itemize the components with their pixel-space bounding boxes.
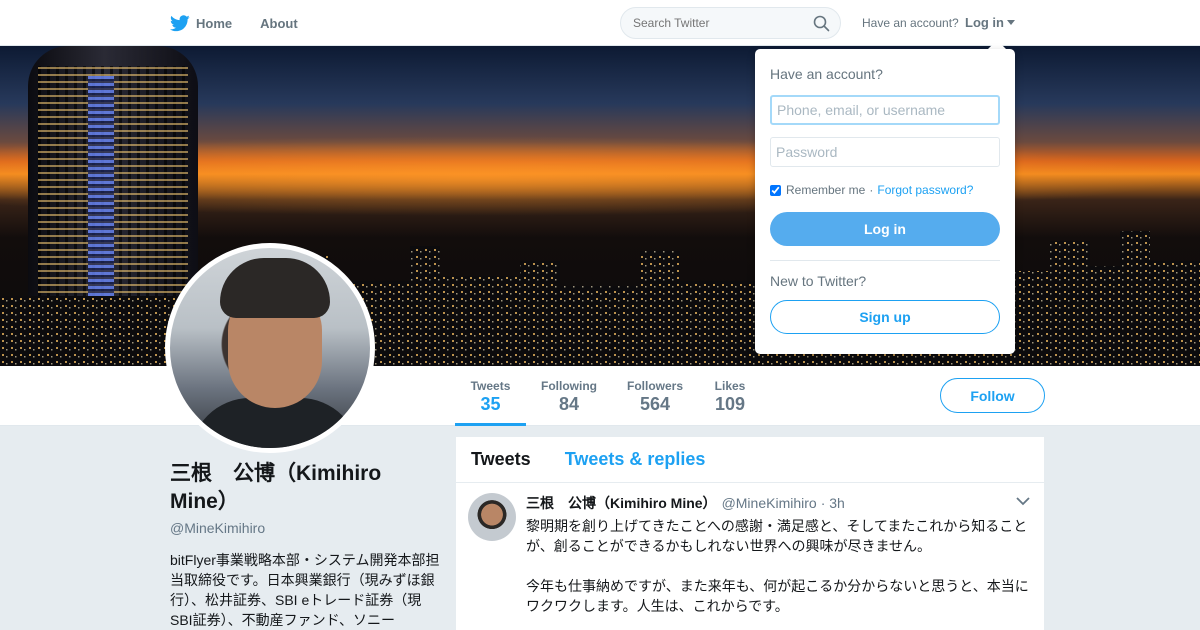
tab-tweets-replies[interactable]: Tweets & replies	[565, 449, 706, 470]
avatar-hair	[220, 258, 330, 318]
chevron-down-icon[interactable]	[1016, 497, 1030, 506]
profile-handle[interactable]: @MineKimihiro	[170, 520, 440, 536]
avatar[interactable]	[165, 243, 375, 453]
signup-button[interactable]: Sign up	[770, 300, 1000, 334]
twitter-bird-icon	[170, 14, 190, 31]
search-input[interactable]	[633, 16, 803, 30]
password-field[interactable]	[770, 137, 1000, 167]
profile-bio: bitFlyer事業戦略本部・システム開発本部担当取締役です。日本興業銀行（現み…	[170, 552, 440, 628]
login-button[interactable]: Log in	[770, 212, 1000, 246]
stat-label: Likes	[714, 379, 746, 393]
tweet-author-name[interactable]: 三根 公博（Kimihiro Mine）	[526, 493, 717, 513]
nav-left: Home About	[170, 0, 326, 46]
tweet-text: 黎明期を創り上げてきたことへの感謝・満足感と、そしてまたこれから知ることが、創る…	[526, 518, 1029, 614]
separator-dot: ·	[869, 183, 874, 197]
top-nav-bar: Home About Have an account? Log in	[0, 0, 1200, 46]
stat-value: 84	[558, 394, 580, 414]
search-box[interactable]	[620, 7, 841, 39]
login-menu-toggle[interactable]: Log in	[965, 15, 1015, 30]
nav-about[interactable]: About	[260, 16, 298, 31]
dropdown-arrow	[988, 40, 1006, 49]
stat-label: Tweets	[470, 379, 511, 393]
tweet[interactable]: 三根 公博（Kimihiro Mine） @MineKimihiro · 3h …	[456, 483, 1044, 616]
nav-home-label: Home	[196, 15, 233, 31]
forgot-password-link[interactable]: Forgot password?	[877, 183, 973, 197]
login-menu-label: Log in	[965, 15, 1004, 30]
stat-value: 564	[639, 394, 671, 414]
tweet-timestamp[interactable]: · 3h	[821, 495, 845, 511]
profile-bio-card: 三根 公博（Kimihiro Mine） @MineKimihiro bitFl…	[170, 460, 440, 630]
timeline-tabs: Tweets Tweets & replies	[456, 437, 1044, 483]
stat-value: 109	[714, 394, 746, 414]
profile-name[interactable]: 三根 公博（Kimihiro Mine）	[170, 460, 440, 516]
tweet-avatar[interactable]	[468, 493, 516, 541]
nav-about-label: About	[260, 15, 298, 31]
stat-tweets[interactable]: Tweets 35	[455, 366, 526, 426]
remember-row: Remember me · Forgot password?	[770, 183, 973, 197]
nav-home[interactable]: Home	[170, 14, 233, 32]
login-dropdown: Have an account? Remember me · Forgot pa…	[755, 49, 1015, 354]
tweet-author-handle[interactable]: @MineKimihiro	[722, 495, 817, 511]
stat-label: Following	[541, 379, 597, 393]
stat-value: 35	[480, 394, 501, 414]
stat-following[interactable]: Following 84	[537, 366, 601, 426]
remember-me-label[interactable]: Remember me	[786, 183, 865, 197]
stat-label: Followers	[626, 379, 683, 393]
username-field[interactable]	[770, 95, 1000, 125]
stat-followers[interactable]: Followers 564	[623, 366, 687, 426]
new-to-twitter-text: New to Twitter?	[770, 273, 867, 289]
follow-button[interactable]: Follow	[940, 378, 1045, 413]
have-account-text: Have an account?	[862, 16, 959, 30]
tweet-header: 三根 公博（Kimihiro Mine） @MineKimihiro · 3h	[526, 493, 1029, 513]
timeline: Tweets Tweets & replies 三根 公博（Kimihiro M…	[456, 437, 1044, 630]
remember-me-checkbox[interactable]	[770, 184, 781, 196]
stat-likes[interactable]: Likes 109	[705, 366, 755, 426]
dropdown-heading: Have an account?	[770, 66, 883, 82]
divider	[770, 260, 1000, 261]
caret-down-icon	[1007, 20, 1015, 25]
search-icon[interactable]	[813, 15, 830, 32]
tab-tweets[interactable]: Tweets	[471, 449, 531, 470]
